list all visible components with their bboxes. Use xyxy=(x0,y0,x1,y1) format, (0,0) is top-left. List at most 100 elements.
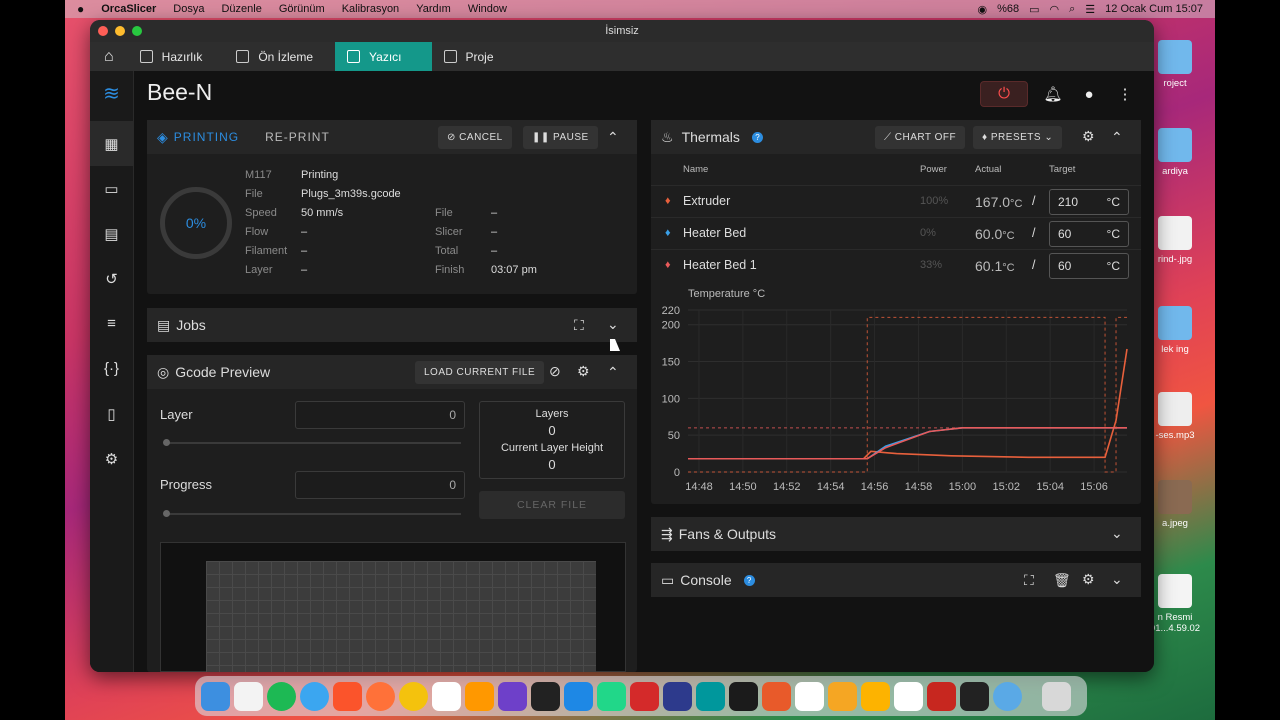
trash-dock-icon[interactable] xyxy=(1042,681,1071,711)
kicad-icon[interactable] xyxy=(663,681,692,711)
clear-cancel-icon[interactable]: ⊘ xyxy=(549,363,561,380)
log-app-icon[interactable] xyxy=(531,681,560,711)
layer-input[interactable]: 0 xyxy=(295,401,465,429)
tab-hazirlik[interactable]: Hazırlık xyxy=(128,42,225,71)
filezilla-icon[interactable] xyxy=(927,681,956,711)
emergency-stop-button[interactable]: ⏻ xyxy=(980,81,1028,107)
expand-chevron-icon[interactable]: ⌄ xyxy=(1111,525,1123,542)
sketch-icon[interactable] xyxy=(861,681,890,711)
notion-icon[interactable] xyxy=(894,681,923,711)
apple-icon[interactable]: ● xyxy=(77,2,84,16)
github-icon[interactable] xyxy=(498,681,527,711)
vscode-icon[interactable] xyxy=(564,681,593,711)
battery-icon[interactable]: ▭ xyxy=(1029,3,1039,16)
menu-app-name[interactable]: OrcaSlicer xyxy=(101,3,156,15)
collapse-chevron-icon[interactable]: ⌃ xyxy=(607,364,619,381)
temperature-chart[interactable]: Temperature °C 0 50 100 150 200 220 14:48 14:50… xyxy=(651,282,1141,504)
menu-file[interactable]: Dosya xyxy=(173,3,204,15)
minimize-window-button[interactable] xyxy=(115,26,125,36)
chart-toggle-button[interactable]: ⟋ CHART OFF xyxy=(875,126,966,149)
gcode-settings-icon[interactable]: ⚙ xyxy=(577,363,590,380)
macros-nav-icon[interactable]: {·} xyxy=(90,346,133,391)
menu-calibration[interactable]: Kalibrasyon xyxy=(342,3,399,15)
user-icon[interactable]: ● xyxy=(1078,86,1100,103)
zoom-window-button[interactable] xyxy=(132,26,142,36)
thermals-settings-icon[interactable]: ⚙ xyxy=(1082,128,1095,145)
tab-proje[interactable]: Proje xyxy=(432,42,516,71)
cider-icon[interactable] xyxy=(828,681,857,711)
bell-icon[interactable]: 🔔︎ xyxy=(1042,85,1064,103)
collapse-chevron-icon[interactable]: ⌃ xyxy=(1111,129,1123,146)
chrome-icon[interactable] xyxy=(399,681,428,711)
mainsail-logo[interactable]: ≋ xyxy=(101,81,123,105)
files-nav-icon[interactable]: ▤ xyxy=(90,211,133,256)
tab-on-izleme[interactable]: Ön İzleme xyxy=(224,42,335,71)
capcut-icon[interactable] xyxy=(795,681,824,711)
finder-icon[interactable] xyxy=(201,681,230,711)
record-icon[interactable]: ◉ xyxy=(977,3,987,16)
menu-clock[interactable]: 12 Ocak Cum 15:07 xyxy=(1105,3,1203,15)
heater-actual: 60.1°C xyxy=(975,258,1015,274)
bed1-target-input[interactable]: 60 °C xyxy=(1049,253,1129,279)
mail-icon[interactable] xyxy=(234,681,263,711)
layer-slider[interactable] xyxy=(163,439,461,446)
collapse-chevron-icon[interactable]: ⌃ xyxy=(607,129,619,146)
fritzing-icon[interactable] xyxy=(630,681,659,711)
tab-printing[interactable]: PRINTING xyxy=(174,130,239,144)
document-icon xyxy=(443,50,457,63)
expand-chevron-icon[interactable]: ⌄ xyxy=(1111,571,1123,588)
progress-slider[interactable] xyxy=(163,510,461,517)
terminal-icon[interactable] xyxy=(960,681,989,711)
console-settings-icon[interactable]: ⚙ xyxy=(1082,571,1095,588)
spotify-icon[interactable] xyxy=(267,681,296,711)
sublime-icon[interactable] xyxy=(465,681,494,711)
search-icon[interactable]: ⌕ xyxy=(1069,3,1075,16)
fullscreen-icon[interactable]: ⛶ xyxy=(574,317,584,334)
extruder-target-input[interactable]: 210 °C xyxy=(1049,189,1129,215)
menu-window[interactable]: Window xyxy=(468,3,507,15)
load-current-file-button[interactable]: LOAD CURRENT FILE xyxy=(415,361,545,384)
orca-icon[interactable] xyxy=(762,681,791,711)
tab-reprint[interactable]: RE-PRINT xyxy=(265,130,330,144)
bambu-icon[interactable] xyxy=(729,681,758,711)
fullscreen-icon[interactable]: ⛶ xyxy=(1024,572,1034,589)
home-button[interactable]: ⌂ xyxy=(90,42,128,71)
trash-icon[interactable]: 🗑︎ xyxy=(1053,572,1071,589)
menu-help[interactable]: Yardım xyxy=(416,3,451,15)
expand-chevron-icon[interactable]: ⌄ xyxy=(607,316,619,333)
bed-target-input[interactable]: 60 °C xyxy=(1049,221,1129,247)
textedit-icon[interactable] xyxy=(432,681,461,711)
safari-icon[interactable] xyxy=(300,681,329,711)
arduino-icon[interactable] xyxy=(696,681,725,711)
clear-file-button[interactable]: CLEAR FILE xyxy=(479,491,625,519)
x-tick-label: 15:04 xyxy=(1036,481,1064,493)
settings-nav-icon[interactable]: ⚙ xyxy=(90,436,133,481)
gcode-viewer-canvas[interactable] xyxy=(160,542,626,672)
console-nav-icon[interactable]: ▭ xyxy=(90,166,133,211)
history-nav-icon[interactable]: ↺ xyxy=(90,256,133,301)
wifi-icon[interactable]: ◠ xyxy=(1050,3,1060,16)
console-title: Console xyxy=(680,572,732,588)
heater-power: 100% xyxy=(920,195,949,207)
menu-edit[interactable]: Düzenle xyxy=(221,3,261,15)
quicktime-icon[interactable] xyxy=(993,681,1022,711)
tune-nav-icon[interactable]: ≡ xyxy=(90,301,133,346)
tab-yazici[interactable]: Yazıcı xyxy=(335,42,432,71)
more-menu-icon[interactable]: ⋮ xyxy=(1114,85,1136,103)
pause-button[interactable]: ❚❚ PAUSE xyxy=(523,126,598,149)
progress-input[interactable]: 0 xyxy=(295,471,465,499)
help-icon[interactable]: ? xyxy=(751,131,763,143)
gcode-preview-panel: ◎ Gcode Preview LOAD CURRENT FILE ⊘ ⚙ ⌃ … xyxy=(147,355,637,672)
brave-icon[interactable] xyxy=(333,681,362,711)
close-window-button[interactable] xyxy=(98,26,108,36)
firefox-icon[interactable] xyxy=(366,681,395,711)
menu-view[interactable]: Görünüm xyxy=(279,3,325,15)
presets-button[interactable]: ♦ PRESETS ⌄ xyxy=(973,126,1063,149)
machine-nav-icon[interactable]: ▯ xyxy=(90,391,133,436)
cancel-button[interactable]: ⊘ CANCEL xyxy=(438,126,512,149)
dashboard-nav-icon[interactable]: ▦ xyxy=(90,121,133,166)
pycharm-icon[interactable] xyxy=(597,681,626,711)
target-separator: / xyxy=(1032,226,1036,240)
control-center-icon[interactable]: ☰ xyxy=(1085,3,1095,16)
help-icon[interactable]: ? xyxy=(743,574,755,586)
